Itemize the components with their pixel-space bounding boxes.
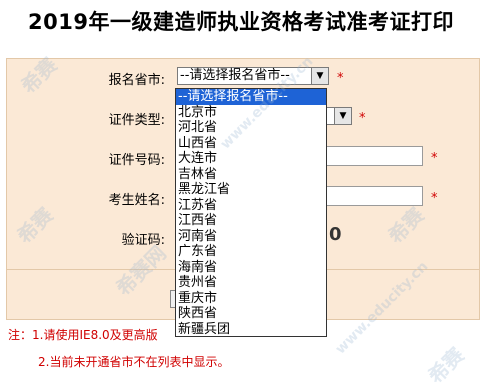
dropdown-option[interactable]: 海南省 <box>176 260 326 276</box>
captcha-image: 0 <box>329 224 342 245</box>
required-mark: * <box>337 71 344 86</box>
dropdown-option[interactable]: 大连市 <box>176 151 326 167</box>
required-mark: * <box>359 111 366 126</box>
required-mark: * <box>431 151 438 166</box>
page-title: 2019年一级建造师执业资格考试准考证打印 <box>28 10 454 34</box>
dropdown-option[interactable]: 吉林省 <box>176 167 326 183</box>
dropdown-option[interactable]: 北京市 <box>176 105 326 121</box>
id-type-label: 证件类型: <box>108 113 165 128</box>
watermark: 希赛 <box>423 342 469 389</box>
dropdown-option[interactable]: 贵州省 <box>176 275 326 291</box>
province-select[interactable]: --请选择报名省市-- ▼ <box>177 67 329 85</box>
dropdown-option[interactable]: 河南省 <box>176 229 326 245</box>
dropdown-option[interactable]: 黑龙江省 <box>176 182 326 198</box>
dropdown-option[interactable]: 江西省 <box>176 213 326 229</box>
name-label: 考生姓名: <box>108 193 165 208</box>
province-dropdown-list[interactable]: --请选择报名省市-- 北京市 河北省 山西省 大连市 吉林省 黑龙江省 江苏省… <box>175 88 327 337</box>
required-mark: * <box>431 191 438 206</box>
province-label: 报名省市: <box>108 73 165 88</box>
province-select-value: --请选择报名省市-- <box>180 68 290 83</box>
dropdown-option[interactable]: 重庆市 <box>176 291 326 307</box>
dropdown-option[interactable]: 河北省 <box>176 120 326 136</box>
note-line-1: 注：1.请使用IE8.0及更高版 <box>8 328 158 342</box>
dropdown-option[interactable]: 江苏省 <box>176 198 326 214</box>
chevron-down-icon[interactable]: ▼ <box>334 108 351 124</box>
captcha-label: 验证码: <box>121 233 165 248</box>
dropdown-option[interactable]: 广东省 <box>176 244 326 260</box>
chevron-down-icon[interactable]: ▼ <box>311 68 328 84</box>
dropdown-option[interactable]: --请选择报名省市-- <box>176 89 326 105</box>
note-line-2: 2.当前未开通省市不在列表中显示。 <box>38 355 230 369</box>
id-number-label: 证件号码: <box>108 153 165 168</box>
dropdown-option[interactable]: 陕西省 <box>176 306 326 322</box>
dropdown-option[interactable]: 山西省 <box>176 136 326 152</box>
dropdown-option[interactable]: 新疆兵团 <box>176 322 326 337</box>
